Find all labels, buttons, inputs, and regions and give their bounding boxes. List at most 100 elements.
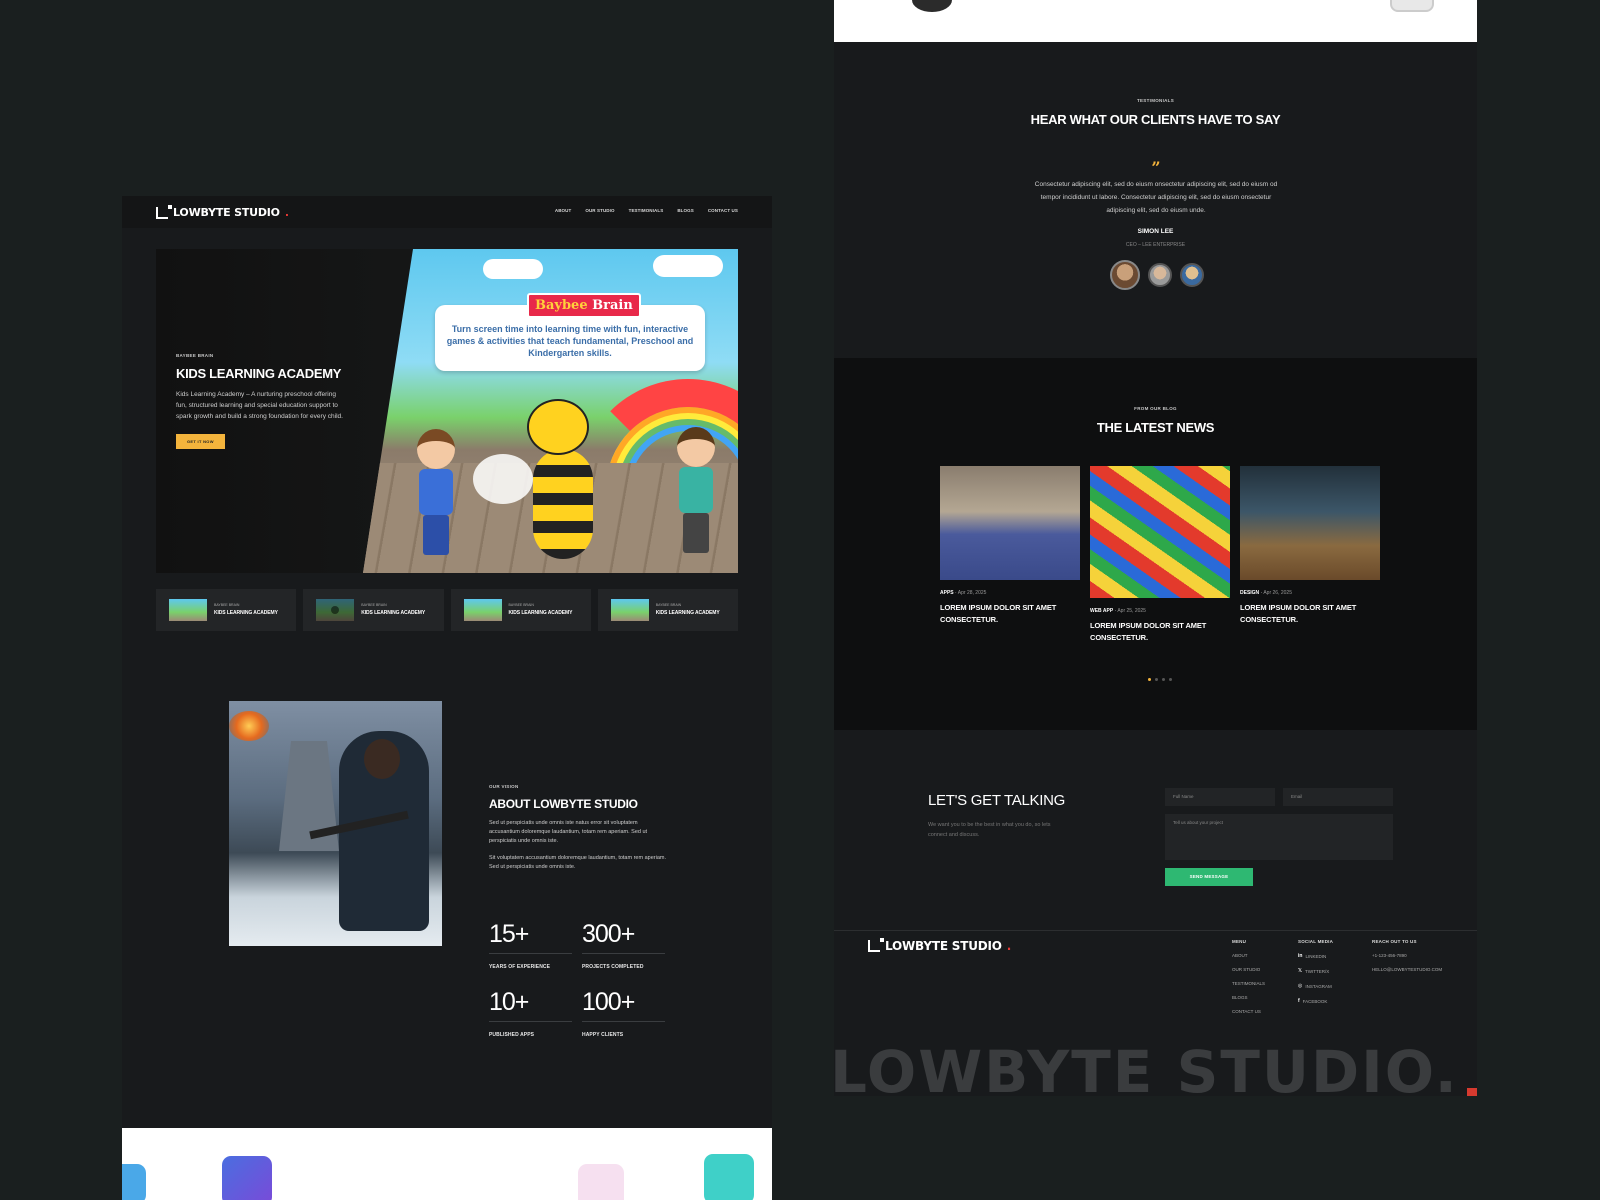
hero-art-tagline: Turn screen time into learning time with…: [446, 324, 694, 358]
nav-link-blogs[interactable]: BLOGS: [677, 208, 694, 213]
full-name-input[interactable]: Full Name: [1165, 788, 1275, 806]
hero-thumbnail-strip: BAYBEE BRAIN KIDS LEARNING ACADEMY BAYBE…: [156, 589, 738, 631]
message-textarea[interactable]: Tell us about your project: [1165, 814, 1393, 860]
kid-character-right: [673, 427, 719, 557]
inner-page-mockup: TESTIMONIALS HEAR WHAT OUR CLIENTS HAVE …: [834, 0, 1477, 1096]
about-section: OUR VISION ABOUT LOWBYTE STUDIO Sed ut p…: [489, 784, 669, 872]
app-icon[interactable]: [704, 1154, 754, 1200]
footer-link-about[interactable]: ABOUT: [1232, 953, 1265, 958]
nav-link-testimonials[interactable]: TESTIMONIALS: [629, 208, 664, 213]
get-it-now-button[interactable]: GET IT NOW: [176, 434, 225, 449]
app-icon[interactable]: [578, 1164, 624, 1200]
testimonials-section: TESTIMONIALS HEAR WHAT OUR CLIENTS HAVE …: [834, 42, 1477, 358]
social-link-facebook[interactable]: f FACEBOOK: [1298, 998, 1333, 1004]
top-navbar: LOWBYTE STUDIO. ABOUT OUR STUDIO TESTIMO…: [122, 196, 772, 228]
footer-email[interactable]: HELLO@LOWBYTESTUDIO.COM: [1372, 967, 1442, 972]
app-icon[interactable]: [1390, 0, 1434, 12]
about-paragraph-1: Sed ut perspiciatis unde omnis iste natu…: [489, 820, 648, 844]
social-link-linkedin[interactable]: in LINKEDIN: [1298, 953, 1333, 959]
testimonial-author: SIMON LEE: [1137, 228, 1174, 235]
cloud-shape: [483, 259, 543, 279]
news-card-title: LOREM IPSUM DOLOR SIT AMET CONSECTETUR.: [1090, 621, 1207, 642]
avatar[interactable]: [1148, 263, 1172, 287]
slide-thumb[interactable]: BAYBEE BRAIN KIDS LEARNING ACADEMY: [303, 589, 444, 631]
thumb-image: [463, 599, 502, 621]
cloud-shape: [653, 255, 723, 277]
app-icon[interactable]: [122, 1164, 146, 1200]
thumb-image: [169, 599, 207, 621]
brand-name: LOWBYTE STUDIO: [173, 206, 280, 219]
about-image-soldier: [229, 701, 442, 946]
footer-logo[interactable]: LOWBYTE STUDIO.: [868, 938, 1011, 953]
testimonials-eyebrow: TESTIMONIALS: [1136, 98, 1175, 103]
stat-item: 300+ PROJECTS COMPLETED: [582, 920, 665, 970]
wordmark-dot-accent: [1467, 1088, 1477, 1096]
stats-grid: 15+ YEARS OF EXPERIENCE 300+ PROJECTS CO…: [489, 920, 665, 1038]
quote-icon: ”: [1151, 158, 1161, 177]
contact-title: LET'S GET TALKING: [928, 792, 1065, 809]
send-message-button[interactable]: SEND MESSAGE: [1165, 868, 1253, 886]
news-card-title: LOREM IPSUM DOLOR SIT AMET CONSECTETUR.: [940, 603, 1057, 624]
slide-thumb[interactable]: BAYBEE BRAIN KIDS LEARNING ACADEMY: [156, 589, 297, 631]
hero-artwork: Turn screen time into learning time with…: [363, 249, 738, 573]
hero-slider: Turn screen time into learning time with…: [156, 249, 738, 573]
news-title: THE LATEST NEWS: [1096, 420, 1215, 435]
nav-link-contact-us[interactable]: CONTACT US: [708, 208, 738, 213]
home-page-mockup: LOWBYTE STUDIO. ABOUT OUR STUDIO TESTIMO…: [122, 196, 772, 1200]
news-card[interactable]: APPS · Apr 28, 2025 LOREM IPSUM DOLOR SI…: [940, 466, 1080, 626]
avatar[interactable]: [1110, 260, 1140, 290]
nav-link-about[interactable]: ABOUT: [555, 208, 572, 213]
footer-link-our-studio[interactable]: OUR STUDIO: [1232, 967, 1265, 972]
avatar[interactable]: [1180, 263, 1204, 287]
app-icon[interactable]: [912, 0, 952, 12]
social-link-instagram[interactable]: ◎ INSTAGRAM: [1298, 983, 1333, 989]
stat-item: 10+ PUBLISHED APPS: [489, 988, 572, 1038]
footer-reach-out: REACH OUT TO US +1-123-456-7890 HELLO@LO…: [1372, 939, 1443, 972]
news-eyebrow: FROM OUR BLOG: [1134, 406, 1177, 411]
about-paragraph-2: Sit voluptatem accusantium doloremque la…: [489, 855, 667, 870]
app-icon[interactable]: [222, 1156, 272, 1200]
linkedin-icon: in: [1298, 953, 1303, 959]
bee-mascot: [473, 399, 603, 569]
footer-link-contact-us[interactable]: CONTACT US: [1232, 1009, 1265, 1014]
testimonial-body: Consectetur adipiscing elit, sed do eius…: [1034, 181, 1278, 214]
footer-social: SOCIAL MEDIA in LINKEDIN 𝕏 TWITTER/X ◎ INST…: [1298, 939, 1334, 1004]
thumb-image: [610, 599, 649, 621]
facebook-icon: f: [1298, 998, 1300, 1004]
kid-character-left: [413, 429, 459, 559]
x-icon: 𝕏: [1298, 968, 1303, 974]
about-title: ABOUT LOWBYTE STUDIO: [489, 797, 638, 811]
logo-mark-icon: [868, 938, 884, 952]
email-input[interactable]: Email: [1283, 788, 1393, 806]
carousel-dot[interactable]: [1155, 678, 1158, 681]
news-card-title: LOREM IPSUM DOLOR SIT AMET CONSECTETUR.: [1240, 603, 1357, 624]
nav-link-our-studio[interactable]: OUR STUDIO: [585, 208, 614, 213]
footer-phone[interactable]: +1-123-456-7890: [1372, 953, 1442, 958]
footer-link-blogs[interactable]: BLOGS: [1232, 995, 1265, 1000]
slide-thumb[interactable]: BAYBEE BRAIN KIDS LEARNING ACADEMY: [597, 589, 738, 631]
carousel-dot[interactable]: [1148, 678, 1151, 681]
apps-section-tail: [834, 0, 1477, 42]
contact-subtitle: We want you to be the best in what you d…: [928, 822, 1051, 838]
instagram-icon: ◎: [1298, 983, 1303, 989]
footer-link-testimonials[interactable]: TESTIMONIALS: [1232, 981, 1265, 986]
news-card[interactable]: WEB APP · Apr 25, 2025 LOREM IPSUM DOLOR…: [1090, 466, 1230, 644]
slide-thumb[interactable]: BAYBEE BRAIN KIDS LEARNING ACADEMY: [450, 589, 591, 631]
carousel-dots: [1148, 678, 1172, 681]
footer-big-wordmark: LOWBYTE STUDIO.: [834, 1038, 1459, 1096]
carousel-dot[interactable]: [1162, 678, 1165, 681]
brand-logo[interactable]: LOWBYTE STUDIO.: [156, 204, 289, 219]
social-link-twitter[interactable]: 𝕏 TWITTER/X: [1298, 968, 1333, 974]
apps-section-preview: [122, 1128, 772, 1200]
stat-item: 15+ YEARS OF EXPERIENCE: [489, 920, 572, 970]
news-card[interactable]: DESIGN · Apr 26, 2025 LOREM IPSUM DOLOR …: [1240, 466, 1380, 626]
testimonial-avatars: [1110, 260, 1204, 290]
carousel-dot[interactable]: [1169, 678, 1172, 681]
testimonials-title: HEAR WHAT OUR CLIENTS HAVE TO SAY: [1030, 112, 1281, 127]
hero-description: Kids Learning Academy – A nurturing pres…: [176, 391, 343, 420]
contact-section: LET'S GET TALKING We want you to be the …: [834, 730, 1477, 930]
testimonial-role: CEO – LEE ENTERPRISE: [1125, 242, 1186, 248]
logo-mark-icon: [156, 204, 172, 219]
stat-item: 100+ HAPPY CLIENTS: [582, 988, 665, 1038]
about-eyebrow: OUR VISION: [489, 784, 519, 789]
